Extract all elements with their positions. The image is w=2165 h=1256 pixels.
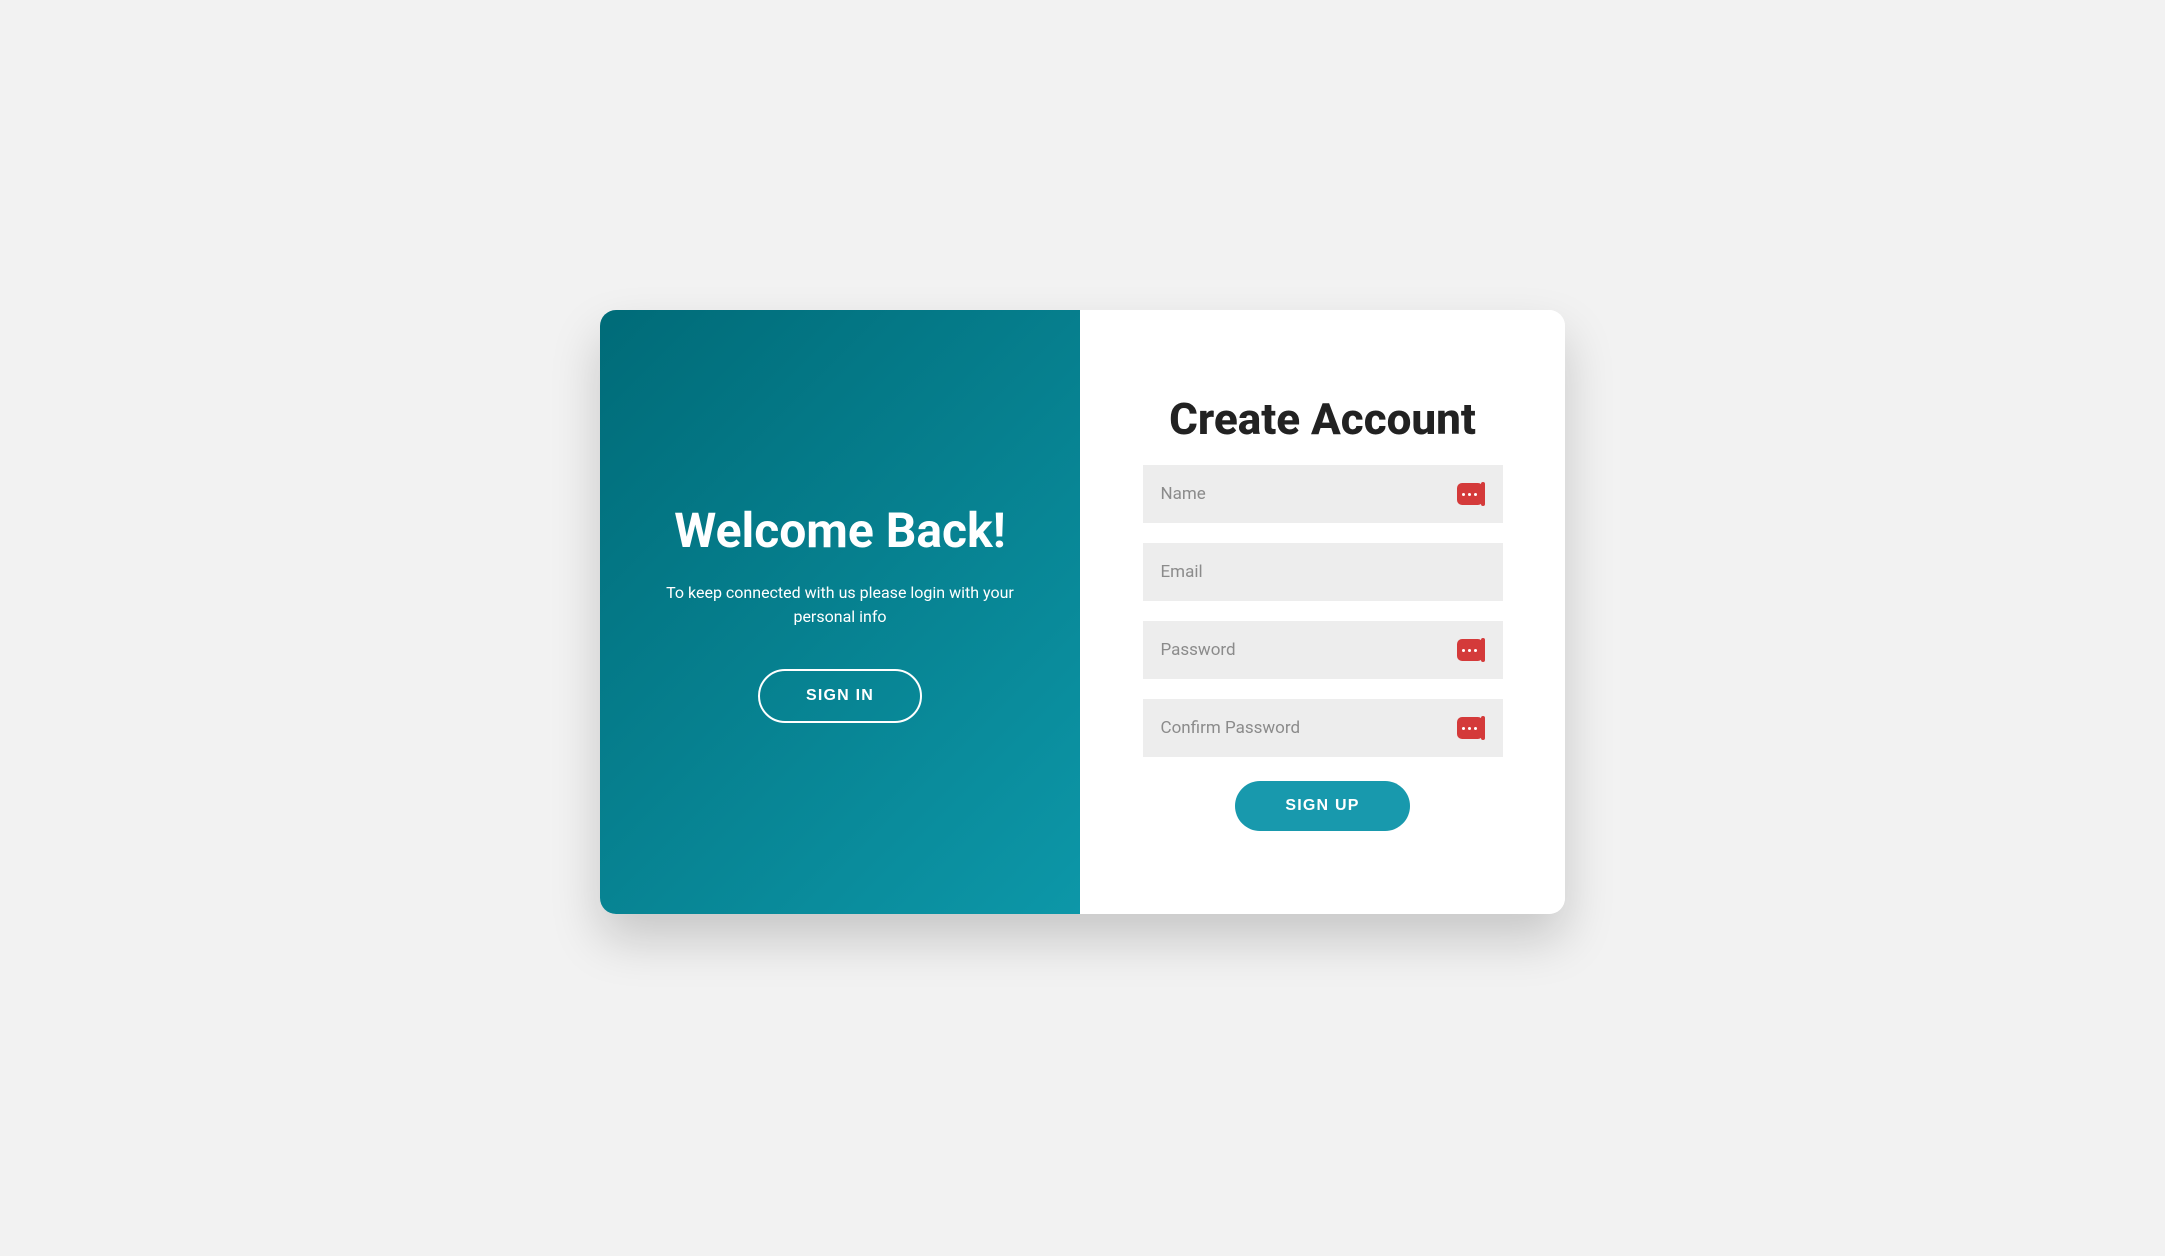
password-input[interactable] — [1143, 621, 1503, 679]
signup-panel: Create Account SIGN UP — [1080, 310, 1565, 914]
sign-up-button[interactable]: SIGN UP — [1235, 781, 1409, 831]
password-field-wrap — [1143, 621, 1503, 679]
welcome-panel: Welcome Back! To keep connected with us … — [600, 310, 1080, 914]
name-field-wrap — [1143, 465, 1503, 523]
create-account-title: Create Account — [1169, 393, 1476, 445]
sign-in-button[interactable]: SIGN IN — [758, 669, 922, 723]
email-field-wrap — [1143, 543, 1503, 601]
welcome-subtitle: To keep connected with us please login w… — [650, 581, 1030, 629]
auth-card: Welcome Back! To keep connected with us … — [600, 310, 1565, 914]
confirm-password-field-wrap — [1143, 699, 1503, 757]
confirm-password-input[interactable] — [1143, 699, 1503, 757]
welcome-title: Welcome Back! — [674, 502, 1005, 559]
email-input[interactable] — [1143, 543, 1503, 601]
name-input[interactable] — [1143, 465, 1503, 523]
